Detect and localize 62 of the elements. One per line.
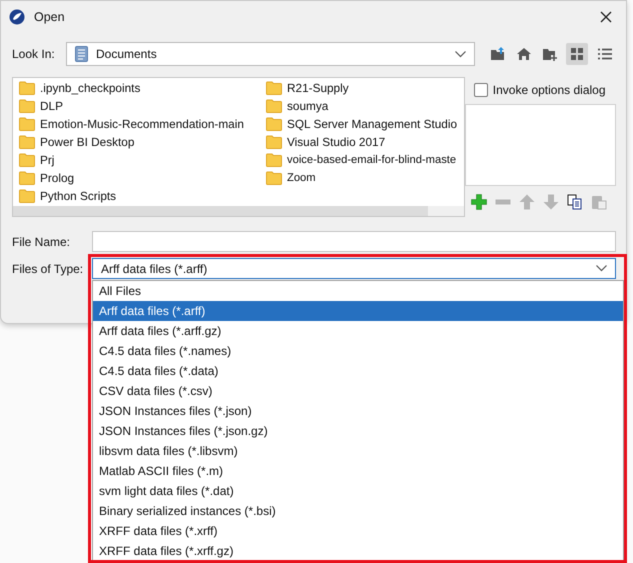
folder-icon [19, 81, 35, 95]
folder-icon [19, 171, 35, 185]
file-type-option[interactable]: C4.5 data files (*.data) [93, 361, 623, 381]
folder-icon [266, 135, 282, 149]
file-type-option[interactable]: C4.5 data files (*.names) [93, 341, 623, 361]
folder-item[interactable]: DLP [19, 97, 63, 115]
look-in-label: Look In: [12, 47, 56, 61]
files-of-type-dropdown[interactable]: Arff data files (*.arff) [92, 258, 616, 279]
folder-icon [19, 153, 35, 167]
file-type-option[interactable]: svm light data files (*.dat) [93, 481, 623, 501]
file-name-field[interactable] [92, 231, 616, 252]
file-type-option[interactable]: Arff data files (*.arff) [93, 301, 623, 321]
chevron-down-icon [596, 265, 607, 272]
app-logo-icon [9, 9, 25, 25]
copy-icon[interactable] [566, 194, 583, 210]
file-type-option[interactable]: JSON Instances files (*.json) [93, 401, 623, 421]
folder-icon [19, 117, 35, 131]
file-type-option[interactable]: XRFF data files (*.xrff.gz) [93, 541, 623, 561]
folder-icon [266, 117, 282, 131]
file-type-option[interactable]: Arff data files (*.arff.gz) [93, 321, 623, 341]
file-type-option[interactable]: Binary serialized instances (*.bsi) [93, 501, 623, 521]
files-of-type-label: Files of Type: [12, 262, 84, 276]
up-folder-icon[interactable] [490, 46, 506, 62]
folder-item[interactable]: voice-based-email-for-blind-maste [266, 151, 456, 169]
file-type-option[interactable]: XRFF data files (*.xrff) [93, 521, 623, 541]
folder-icon [266, 171, 282, 185]
file-type-option[interactable]: libsvm data files (*.libsvm) [93, 441, 623, 461]
file-type-option[interactable]: Matlab ASCII files (*.m) [93, 461, 623, 481]
folder-icon [266, 81, 282, 95]
folder-item[interactable]: Zoom [266, 169, 316, 187]
look-in-dropdown[interactable]: Documents [66, 42, 475, 66]
horizontal-scrollbar[interactable] [13, 206, 464, 216]
file-type-option[interactable]: JSON Instances files (*.json.gz) [93, 421, 623, 441]
grid-icon [571, 48, 583, 60]
close-icon[interactable] [600, 11, 612, 23]
folder-item[interactable]: Visual Studio 2017 [266, 133, 386, 151]
folder-icon [19, 135, 35, 149]
folder-icon [19, 99, 35, 113]
grid-view-button[interactable] [566, 43, 588, 65]
folder-item[interactable]: soumya [266, 97, 328, 115]
folder-icon [266, 99, 282, 113]
folder-item[interactable]: Prolog [19, 169, 74, 187]
document-icon [75, 46, 88, 62]
new-folder-icon[interactable] [542, 46, 558, 62]
folder-item[interactable]: R21-Supply [266, 79, 349, 97]
folder-item[interactable]: Emotion-Music-Recommendation-main [19, 115, 244, 133]
home-icon[interactable] [516, 46, 532, 62]
folder-item[interactable]: .ipynb_checkpoints [19, 79, 140, 97]
file-name-label: File Name: [12, 234, 72, 248]
window-title: Open [34, 10, 65, 24]
list-icon [598, 48, 612, 60]
invoke-options-checkbox[interactable]: Invoke options dialog [474, 83, 616, 97]
folder-item[interactable]: Power BI Desktop [19, 133, 134, 151]
folder-icon [266, 153, 282, 167]
chevron-down-icon [455, 50, 466, 58]
folder-icon [19, 189, 35, 203]
folder-item[interactable]: Python Scripts [19, 187, 116, 205]
folder-item[interactable]: Prj [19, 151, 54, 169]
plus-icon[interactable] [470, 194, 487, 210]
folder-item[interactable]: SQL Server Management Studio [266, 115, 458, 133]
file-type-option[interactable]: CSV data files (*.csv) [93, 381, 623, 401]
file-type-option[interactable]: All Files [93, 281, 623, 301]
